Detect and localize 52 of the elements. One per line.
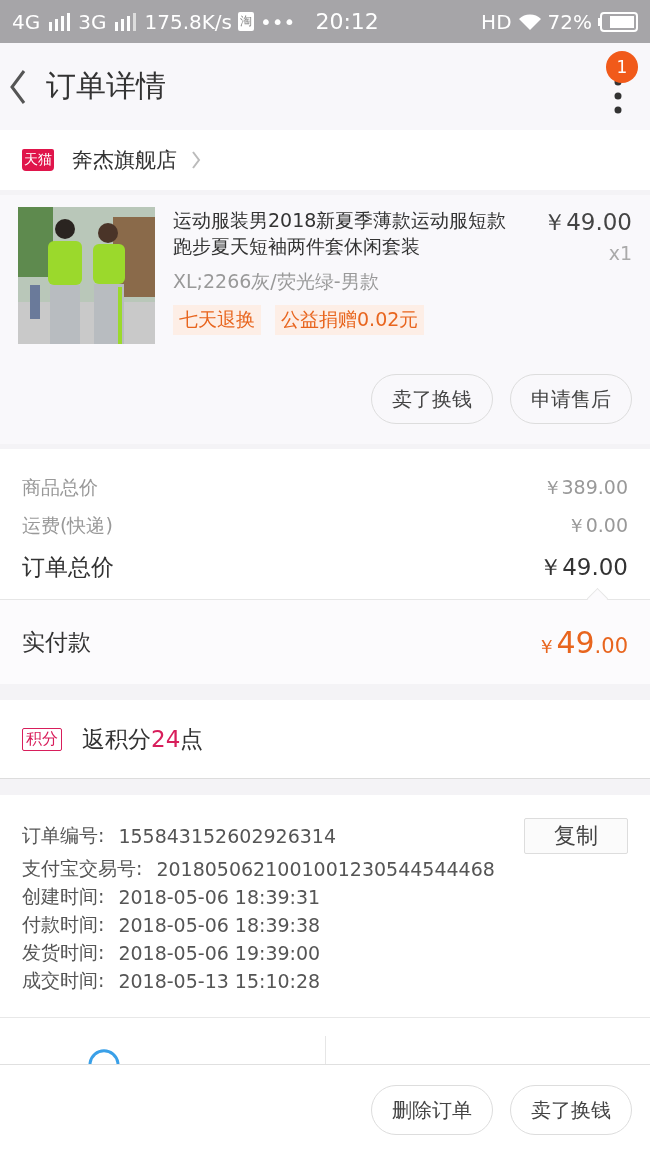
info-label: 成交时间:: [22, 968, 105, 993]
cost-value: ￥0.00: [566, 513, 628, 538]
info-value: 155843152602926314: [118, 825, 336, 847]
store-row[interactable]: 天猫 奔杰旗舰店: [0, 130, 650, 190]
network-label: 4G: [12, 9, 41, 34]
clock: 20:12: [315, 9, 379, 34]
info-label: 订单编号:: [22, 823, 105, 848]
service-tag: 七天退换: [173, 305, 261, 335]
product-title[interactable]: 运动服装男2018新夏季薄款运动服短款跑步夏天短袖两件套休闲套装: [173, 207, 522, 259]
wifi-icon: [517, 12, 542, 31]
info-value: 2018-05-06 19:39:00: [118, 942, 321, 964]
info-value: 2018050621001001230544544468: [156, 858, 495, 880]
cost-label: 订单总价: [22, 552, 114, 582]
chevron-right-icon: [191, 150, 201, 170]
cost-value: ￥389.00: [542, 475, 628, 500]
cost-value: ￥49.00: [539, 552, 628, 582]
store-logo: 天猫: [22, 149, 54, 171]
paid-label: 实付款: [22, 627, 91, 657]
store-name: 奔杰旗舰店: [72, 147, 177, 174]
action-button[interactable]: 删除订单: [371, 1085, 493, 1135]
info-label: 付款时间:: [22, 912, 105, 937]
copy-button[interactable]: 复制: [524, 818, 628, 854]
network-label: 3G: [78, 9, 107, 34]
info-value: 2018-05-06 18:39:38: [118, 914, 321, 936]
product-quantity: x1: [608, 242, 632, 264]
signal-icon: [112, 12, 139, 31]
paid-amount: ￥49.00: [537, 624, 628, 660]
cost-label: 商品总价: [22, 475, 98, 500]
page-title: 订单详情: [46, 67, 166, 105]
app-notification-icon: 淘: [238, 12, 254, 31]
network-speed: 175.8K/s: [144, 9, 232, 34]
action-button[interactable]: 卖了换钱: [510, 1085, 632, 1135]
info-label: 支付宝交易号:: [22, 856, 143, 881]
back-icon[interactable]: [10, 68, 26, 105]
battery-icon: [598, 11, 638, 32]
more-notifications: •••: [260, 9, 296, 34]
points-badge: 积分: [22, 727, 62, 751]
action-button[interactable]: 申请售后: [510, 374, 632, 424]
info-label: 发货时间:: [22, 940, 105, 965]
signal-icon: [46, 12, 73, 31]
action-button[interactable]: 卖了换钱: [371, 374, 493, 424]
service-tag: 公益捐赠0.02元: [275, 305, 425, 335]
info-value: 2018-05-06 18:39:31: [118, 886, 321, 908]
product-variant: XL;2266灰/荧光绿-男款: [173, 269, 380, 294]
notification-badge: 1: [606, 50, 638, 83]
hd-label: HD: [481, 9, 512, 34]
info-value: 2018-05-13 15:10:28: [118, 970, 321, 992]
info-label: 创建时间:: [22, 884, 105, 909]
cost-label: 运费(快递): [22, 513, 113, 538]
battery-percent: 72%: [547, 9, 592, 34]
points-reward: 返积分24点: [82, 724, 204, 754]
product-price: ￥49.00: [543, 208, 632, 237]
